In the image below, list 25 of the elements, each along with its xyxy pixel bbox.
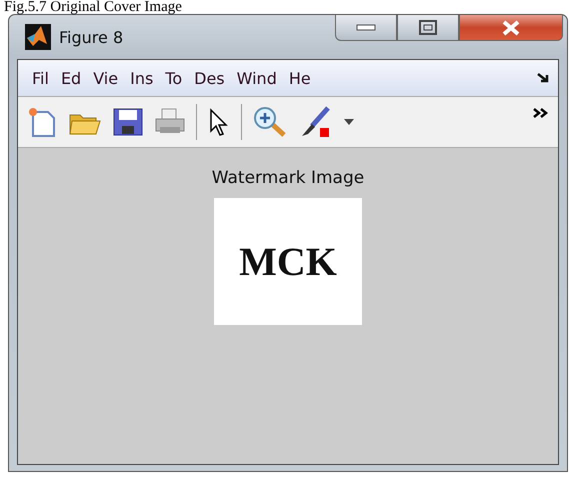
menu-item[interactable]: Wind xyxy=(236,68,277,88)
app-logo-icon xyxy=(25,24,51,50)
save-icon[interactable] xyxy=(112,107,144,137)
menu-item[interactable]: To xyxy=(165,68,182,88)
maximize-button[interactable] xyxy=(397,15,459,41)
menu-item[interactable]: Ed xyxy=(60,68,82,88)
maximize-icon xyxy=(419,20,437,36)
window-title: Figure 8 xyxy=(59,28,124,46)
new-file-icon[interactable] xyxy=(28,106,58,138)
menu-item[interactable]: Ins xyxy=(130,68,154,88)
more-tools-icon[interactable] xyxy=(532,107,550,119)
menu-item[interactable]: Fil xyxy=(32,68,49,88)
dropdown-caret-icon[interactable] xyxy=(344,119,354,125)
minimize-button[interactable] xyxy=(335,15,397,41)
close-button[interactable] xyxy=(459,15,563,41)
figure-caption: Fig.5.7 Original Cover Image xyxy=(3,0,183,14)
menu-item[interactable]: Des xyxy=(194,68,225,88)
minimize-icon xyxy=(356,24,376,32)
menu-item[interactable]: Vie xyxy=(93,68,118,88)
more-menus-icon[interactable] xyxy=(536,72,550,84)
zoom-in-icon[interactable] xyxy=(252,106,288,138)
close-icon xyxy=(501,20,521,36)
menu-item[interactable]: He xyxy=(288,68,311,88)
axes-title: Watermark Image xyxy=(212,168,364,188)
watermark-image: MCK xyxy=(214,198,362,325)
